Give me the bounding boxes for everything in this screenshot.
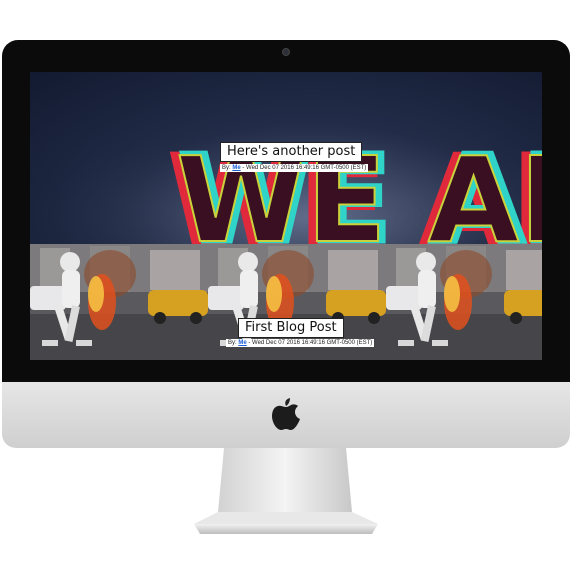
post-card-2[interactable]: First Blog Post By: Me - Wed Dec 07 2016…	[30, 244, 542, 360]
author-link[interactable]: Me	[232, 165, 240, 171]
meta-prefix: By:	[222, 165, 233, 171]
post-title-2[interactable]: First Blog Post	[238, 318, 344, 338]
post-meta-2: By: Me - Wed Dec 07 2016 16:49:16 GMT-05…	[226, 339, 375, 347]
screen: WE ARE WE ARE WE ARE Here's another post…	[30, 72, 542, 360]
meta-date: - Wed Dec 07 2016 16:49:16 GMT-0500 (EST…	[246, 340, 373, 346]
post-card-1[interactable]: WE ARE WE ARE WE ARE Here's another post…	[30, 72, 542, 244]
meta-prefix: By:	[228, 340, 239, 346]
author-link[interactable]: Me	[238, 340, 246, 346]
apple-icon	[272, 398, 300, 430]
webcam-icon	[282, 48, 290, 56]
meta-date: - Wed Dec 07 2016 16:49:16 GMT-0500 (EST…	[240, 165, 367, 171]
post-meta-1: By: Me - Wed Dec 07 2016 16:49:16 GMT-05…	[220, 164, 369, 172]
post-title-1[interactable]: Here's another post	[220, 142, 363, 162]
monitor-stand	[194, 448, 378, 534]
